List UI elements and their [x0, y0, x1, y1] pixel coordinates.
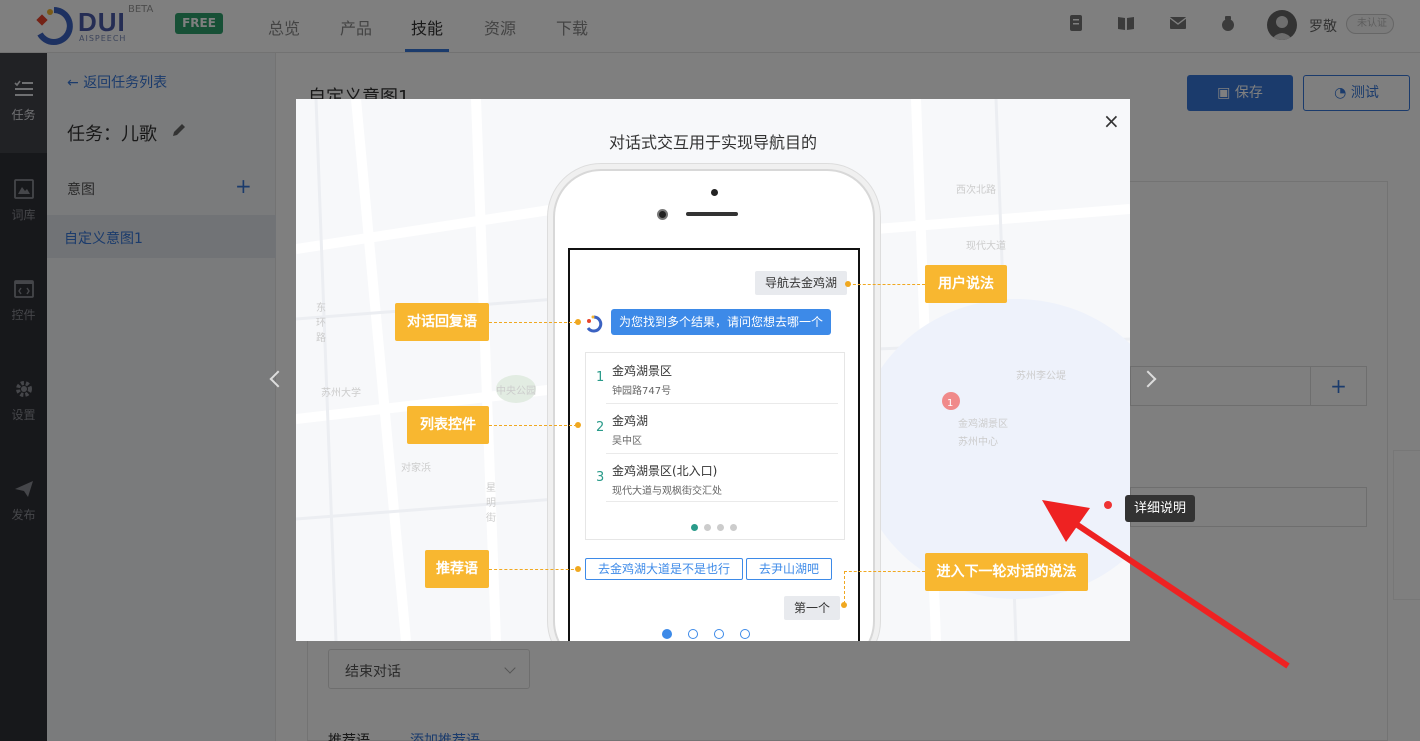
- modal-title: 对话式交互用于实现导航目的: [608, 133, 817, 152]
- callout-suggest: 推荐语: [425, 550, 489, 588]
- map-label: 西次北路: [956, 185, 996, 196]
- callout-connector: [848, 284, 925, 285]
- guide-modal: 1 东环路 苏州大学 中央公园 星明街 对家浜 西次北路 现代大道 苏州李公堤 …: [296, 99, 1130, 641]
- next-utterance-bubble: 第一个: [784, 596, 841, 620]
- callout-anchor: [575, 422, 581, 428]
- callout-user-say: 用户说法: [925, 265, 1007, 303]
- list-item: 2 金鸡湖 吴中区: [586, 403, 846, 453]
- callout-anchor: [575, 319, 581, 325]
- list-item-address: 钟园路747号: [612, 386, 672, 397]
- callout-connector: [844, 571, 925, 572]
- bot-avatar-icon: [586, 315, 603, 333]
- list-item-address: 现代大道与观枫街交汇处: [612, 486, 722, 497]
- list-item: 3 金鸡湖景区(北入口) 现代大道与观枫街交汇处: [586, 453, 846, 503]
- list-item-number: 3: [596, 470, 605, 485]
- divider: [606, 501, 838, 502]
- list-page-dots: [691, 519, 743, 535]
- map-label: 东环路: [316, 303, 326, 344]
- map-label: 对家浜: [401, 463, 431, 474]
- phone-lens-icon: [657, 209, 668, 220]
- map-label: 金鸡湖景区: [958, 419, 1008, 430]
- bot-reply-bubble: 为您找到多个结果，请问您想去哪一个: [611, 309, 832, 335]
- callout-connector: [489, 569, 579, 570]
- map-label: 苏州李公堤: [1016, 371, 1066, 382]
- user-utterance-bubble: 导航去金鸡湖: [755, 271, 848, 295]
- list-item-number: 1: [596, 370, 605, 385]
- suggestion-chip: 去尹山湖吧: [746, 558, 833, 580]
- close-icon[interactable]: ×: [1103, 109, 1120, 133]
- map-label: 星明街: [486, 483, 496, 524]
- callout-anchor: [575, 566, 581, 572]
- slide-pager: [662, 627, 766, 641]
- list-item-name: 金鸡湖: [612, 414, 649, 428]
- list-item-name: 金鸡湖景区(北入口): [612, 464, 718, 478]
- callout-reply: 对话回复语: [395, 303, 489, 341]
- callout-connector: [489, 425, 577, 426]
- page-dot: [730, 524, 737, 531]
- slide-dot[interactable]: [662, 629, 672, 639]
- list-item-name: 金鸡湖景区: [612, 364, 673, 378]
- map-label: 中央公园: [496, 386, 536, 397]
- red-arrow-annotation-icon: [1042, 500, 1290, 669]
- page-dot: [704, 524, 711, 531]
- slide-dot[interactable]: [740, 629, 750, 639]
- map-label: 现代大道: [966, 241, 1006, 252]
- page-dot: [691, 524, 698, 531]
- callout-list-widget: 列表控件: [407, 406, 489, 444]
- slide-dot[interactable]: [688, 629, 698, 639]
- callout-connector: [489, 322, 577, 323]
- list-item-address: 吴中区: [612, 436, 642, 447]
- list-item-number: 2: [596, 420, 605, 435]
- suggestion-chip: 去金鸡湖大道是不是也行: [585, 558, 744, 580]
- callout-anchor: [845, 281, 851, 287]
- result-list-card: 1 金鸡湖景区 钟园路747号 2 金鸡湖 吴中区 3 金鸡湖景区(北入口) 现…: [585, 352, 845, 540]
- phone-speaker-icon: [686, 212, 738, 216]
- callout-anchor: [841, 602, 847, 608]
- map-label: 苏州大学: [321, 388, 361, 399]
- page-dot: [717, 524, 724, 531]
- callout-connector: [844, 571, 845, 604]
- slide-dot[interactable]: [714, 629, 724, 639]
- phone-camera-icon: [711, 189, 718, 196]
- svg-text:1: 1: [947, 398, 953, 409]
- map-label: 苏州中心: [958, 437, 998, 448]
- list-item: 1 金鸡湖景区 钟园路747号: [586, 353, 846, 403]
